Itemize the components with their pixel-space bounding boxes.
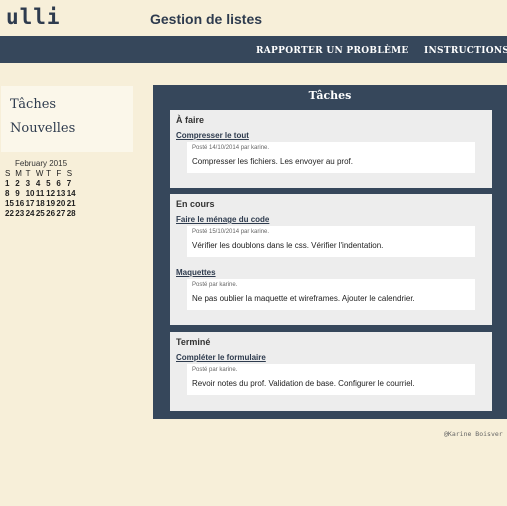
top-nav-bar: RAPPORTER UN PROBLÈME INSTRUCTIONS xyxy=(0,36,507,63)
task-details: Posté par karine. Revoir notes du prof. … xyxy=(187,364,475,395)
calendar-weekday: T xyxy=(46,169,52,178)
sidebar-item-taches[interactable]: Tâches xyxy=(10,97,56,112)
task-item: Maquettes Posté par karine. Ne pas oubli… xyxy=(176,268,475,310)
calendar-day[interactable]: 25 xyxy=(36,209,46,219)
task-details: Posté par karine. Ne pas oublier la maqu… xyxy=(187,279,475,310)
calendar-month-title: February 2015 xyxy=(14,159,68,168)
calendar-day[interactable]: 15 xyxy=(5,199,15,209)
calendar-day[interactable]: 13 xyxy=(56,189,66,199)
calendar-day[interactable]: 22 xyxy=(5,209,15,219)
app-logo: ulli xyxy=(6,5,61,29)
calendar-day[interactable]: 11 xyxy=(36,189,46,199)
task-details: Posté 15/10/2014 par karine. Vérifier le… xyxy=(187,226,475,257)
section-termine: Terminé Compléter le formulaire Posté pa… xyxy=(170,332,492,411)
section-en-cours: En cours Faire le ménage du code Posté 1… xyxy=(170,194,492,325)
task-title-link[interactable]: Compléter le formulaire xyxy=(176,353,266,362)
calendar-day[interactable]: 10 xyxy=(26,189,36,199)
calendar-day[interactable]: 1 xyxy=(5,179,15,189)
task-details: Posté 14/10/2014 par karine. Compresser … xyxy=(187,142,475,173)
calendar-week: 22 23 24 25 26 27 28 xyxy=(5,209,77,219)
calendar-day[interactable]: 26 xyxy=(46,209,56,219)
calendar-day[interactable]: 21 xyxy=(67,199,77,209)
calendar-day[interactable]: 14 xyxy=(67,189,77,199)
section-title: À faire xyxy=(176,115,205,125)
calendar-day[interactable]: 24 xyxy=(26,209,36,219)
calendar-weekday: S xyxy=(5,169,11,178)
calendar-day[interactable]: 4 xyxy=(36,179,46,189)
section-title: Terminé xyxy=(176,337,211,347)
task-description: Revoir notes du prof. Validation de base… xyxy=(192,379,415,388)
app-title: Gestion de listes xyxy=(150,11,263,27)
calendar-weekday: F xyxy=(56,169,62,178)
calendar-day[interactable]: 28 xyxy=(67,209,77,219)
calendar-day[interactable]: 27 xyxy=(56,209,66,219)
task-item: Faire le ménage du code Posté 15/10/2014… xyxy=(176,215,475,257)
calendar-widget: February 2015 S M T W T F S 1 2 3 4 5 6 … xyxy=(5,159,77,219)
footer-credit: @Karine Boisver xyxy=(444,430,503,438)
calendar-weekday-row: S M T W T F S xyxy=(5,169,77,179)
calendar-day[interactable]: 7 xyxy=(67,179,77,189)
sidebar-item-nouvelles[interactable]: Nouvelles xyxy=(10,121,75,136)
calendar-day[interactable]: 8 xyxy=(5,189,15,199)
task-title-link[interactable]: Maquettes xyxy=(176,268,216,277)
calendar-weekday: T xyxy=(25,169,31,178)
task-title-link[interactable]: Faire le ménage du code xyxy=(176,215,269,224)
task-meta: Posté par karine. xyxy=(192,367,238,373)
calendar-week: 8 9 10 11 12 13 14 xyxy=(5,189,77,199)
section-title: En cours xyxy=(176,199,215,209)
task-description: Vérifier les doublons dans le css. Vérif… xyxy=(192,241,384,250)
calendar-day[interactable]: 19 xyxy=(46,199,56,209)
task-item: Compresser le tout Posté 14/10/2014 par … xyxy=(176,131,475,173)
task-meta: Posté 15/10/2014 par karine. xyxy=(192,229,270,235)
task-meta: Posté par karine. xyxy=(192,282,238,288)
calendar-day[interactable]: 23 xyxy=(15,209,25,219)
task-description: Compresser les fichiers. Les envoyer au … xyxy=(192,157,353,166)
calendar-day[interactable]: 17 xyxy=(26,199,36,209)
calendar-day[interactable]: 20 xyxy=(56,199,66,209)
nav-link-instructions[interactable]: INSTRUCTIONS xyxy=(424,46,507,56)
calendar-weekday: W xyxy=(35,169,44,178)
sidebar: Tâches Nouvelles xyxy=(1,86,133,152)
tasks-panel: Tâches À faire Compresser le tout Posté … xyxy=(153,85,507,419)
calendar-day[interactable]: 2 xyxy=(15,179,25,189)
section-a-faire: À faire Compresser le tout Posté 14/10/2… xyxy=(170,110,492,188)
calendar-day[interactable]: 16 xyxy=(15,199,25,209)
calendar-week: 1 2 3 4 5 6 7 xyxy=(5,179,77,189)
task-description: Ne pas oublier la maquette et wireframes… xyxy=(192,294,415,303)
calendar-day[interactable]: 18 xyxy=(36,199,46,209)
task-title-link[interactable]: Compresser le tout xyxy=(176,131,249,140)
calendar-weekday: M xyxy=(15,169,22,178)
task-item: Compléter le formulaire Posté par karine… xyxy=(176,353,475,395)
calendar-day[interactable]: 12 xyxy=(46,189,56,199)
calendar-week: 15 16 17 18 19 20 21 xyxy=(5,199,77,209)
calendar-day[interactable]: 6 xyxy=(56,179,66,189)
tasks-panel-title: Tâches xyxy=(308,89,352,102)
calendar-day[interactable]: 3 xyxy=(26,179,36,189)
task-meta: Posté 14/10/2014 par karine. xyxy=(192,145,270,151)
calendar-day[interactable]: 5 xyxy=(46,179,56,189)
nav-link-report-problem[interactable]: RAPPORTER UN PROBLÈME xyxy=(256,46,409,56)
calendar-weekday: S xyxy=(66,169,73,178)
calendar-day[interactable]: 9 xyxy=(15,189,25,199)
